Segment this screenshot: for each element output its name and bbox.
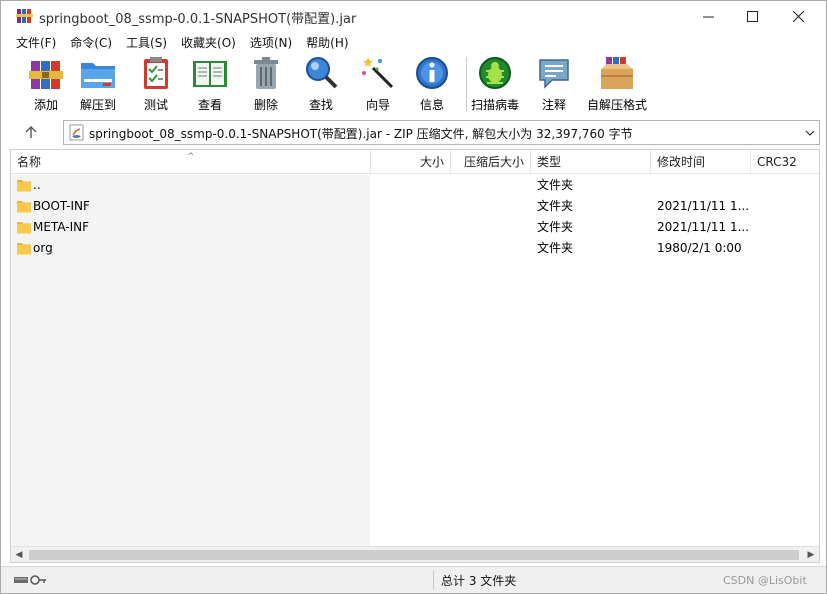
column-header-name[interactable]: 名称 ^ (11, 150, 371, 174)
table-row[interactable]: org 文件夹 1980/2/1 0:00 (11, 238, 819, 259)
column-header-type[interactable]: 类型 (531, 150, 651, 174)
table-row[interactable]: BOOT-INF 文件夹 2021/11/11 1... (11, 196, 819, 217)
scroll-left-arrow-icon[interactable]: ◀ (13, 549, 25, 561)
maximize-button[interactable] (729, 1, 775, 31)
file-type: 文件夹 (537, 241, 574, 255)
folder-icon (17, 222, 31, 234)
arrow-up-icon (25, 126, 37, 138)
file-type: 文件夹 (537, 199, 574, 213)
up-folder-button[interactable] (17, 121, 45, 143)
delete-button[interactable]: 删除 (247, 55, 285, 113)
folder-icon (17, 243, 31, 255)
minimize-button[interactable] (685, 1, 731, 31)
folder-icon (17, 180, 31, 192)
delete-label: 删除 (253, 98, 278, 112)
close-button[interactable] (775, 1, 821, 31)
comment-label: 注释 (541, 98, 566, 112)
comment-icon (539, 59, 569, 89)
menu-help[interactable]: 帮助(H) (299, 34, 355, 51)
virus-scan-button[interactable]: 扫描病毒 (471, 55, 519, 113)
maximize-icon (746, 10, 758, 22)
toolbar-separator (466, 57, 467, 111)
menu-tools[interactable]: 工具(S) (119, 34, 174, 51)
sfx-label: 自解压格式 (587, 98, 648, 112)
watermark: CSDN @LisObit (723, 574, 807, 587)
file-type: 文件夹 (537, 178, 574, 192)
test-clipboard-icon (144, 57, 168, 89)
menu-commands[interactable]: 命令(C) (63, 34, 119, 51)
extract-folder-icon (81, 63, 115, 88)
virus-scan-label: 扫描病毒 (471, 98, 520, 112)
comment-button[interactable]: 注释 (535, 55, 573, 113)
file-modified: 1980/2/1 0:00 (657, 241, 742, 255)
horizontal-scrollbar[interactable]: ◀ ▶ (11, 546, 819, 562)
minimize-icon (702, 16, 714, 17)
virus-scan-icon (479, 57, 511, 89)
magnifier-icon (306, 57, 338, 89)
wizard-button[interactable]: 向导 (359, 55, 397, 113)
column-header-row: 名称 ^ 大小 压缩后大小 类型 修改时间 CRC32 (11, 150, 819, 174)
table-row[interactable]: META-INF 文件夹 2021/11/11 1... (11, 217, 819, 238)
file-name: BOOT-INF (33, 199, 90, 213)
add-label: 添加 (33, 98, 58, 112)
chevron-down-icon (805, 130, 815, 136)
status-divider (433, 570, 434, 590)
scrollbar-thumb[interactable] (29, 550, 799, 560)
file-list: 名称 ^ 大小 压缩后大小 类型 修改时间 CRC32 .. 文件夹 BOOT-… (10, 149, 820, 563)
file-modified: 2021/11/11 1... (657, 199, 750, 213)
find-button[interactable]: 查找 (302, 55, 340, 113)
close-icon (792, 10, 804, 22)
table-row[interactable]: .. 文件夹 (11, 175, 819, 196)
sfx-button[interactable]: 自解压格式 (587, 55, 647, 113)
address-text: springboot_08_ssmp-0.0.1-SNAPSHOT(带配置).j… (89, 127, 633, 141)
file-modified (657, 175, 753, 196)
info-label: 信息 (419, 98, 444, 112)
add-button[interactable]: 添加 (27, 55, 65, 113)
trash-icon (254, 57, 278, 89)
column-header-crc32[interactable]: CRC32 (751, 150, 819, 174)
wizard-label: 向导 (365, 98, 390, 112)
window-title: springboot_08_ssmp-0.0.1-SNAPSHOT(带配置).j… (39, 12, 357, 27)
toolbar: 添加 解压到 测试 查看 删除 查找 向导 信息 扫描病毒 注释 自解压格式 (9, 53, 819, 115)
test-button[interactable]: 测试 (137, 55, 175, 113)
menu-bar: 文件(F) 命令(C) 工具(S) 收藏夹(O) 选项(N) 帮助(H) (1, 31, 826, 53)
folder-icon (17, 201, 31, 213)
column-header-size[interactable]: 大小 (371, 150, 451, 174)
file-modified: 2021/11/11 1... (657, 220, 750, 234)
status-summary: 总计 3 文件夹 (441, 574, 517, 588)
add-archive-icon (29, 61, 63, 89)
extract-to-button[interactable]: 解压到 (79, 55, 117, 113)
file-name: org (33, 241, 53, 255)
scroll-right-arrow-icon[interactable]: ▶ (805, 549, 817, 561)
menu-options[interactable]: 选项(N) (243, 34, 299, 51)
address-dropdown[interactable] (803, 124, 817, 141)
sfx-box-icon (601, 57, 633, 89)
info-button[interactable]: 信息 (413, 55, 451, 113)
column-header-modified[interactable]: 修改时间 (651, 150, 751, 174)
address-bar[interactable]: springboot_08_ssmp-0.0.1-SNAPSHOT(带配置).j… (63, 120, 820, 145)
info-icon (416, 57, 448, 89)
view-label: 查看 (197, 98, 222, 112)
drive-key-icon (14, 575, 46, 585)
jar-file-icon (69, 124, 84, 141)
find-label: 查找 (308, 98, 333, 112)
menu-file[interactable]: 文件(F) (9, 34, 63, 51)
sort-ascending-icon: ^ (187, 152, 195, 162)
wizard-wand-icon (362, 57, 394, 89)
file-type: 文件夹 (537, 220, 574, 234)
status-bar: 总计 3 文件夹 CSDN @LisObit (1, 566, 826, 593)
file-name: .. (33, 178, 41, 192)
file-name: META-INF (33, 220, 90, 234)
test-label: 测试 (143, 98, 168, 112)
view-book-icon (193, 61, 227, 87)
view-button[interactable]: 查看 (191, 55, 229, 113)
winrar-window: springboot_08_ssmp-0.0.1-SNAPSHOT(带配置).j… (0, 0, 827, 594)
menu-favorites[interactable]: 收藏夹(O) (174, 34, 243, 51)
title-bar: springboot_08_ssmp-0.0.1-SNAPSHOT(带配置).j… (1, 1, 826, 31)
column-header-packed-size[interactable]: 压缩后大小 (451, 150, 531, 174)
extract-to-label: 解压到 (79, 98, 116, 112)
winrar-books-icon (16, 9, 33, 23)
